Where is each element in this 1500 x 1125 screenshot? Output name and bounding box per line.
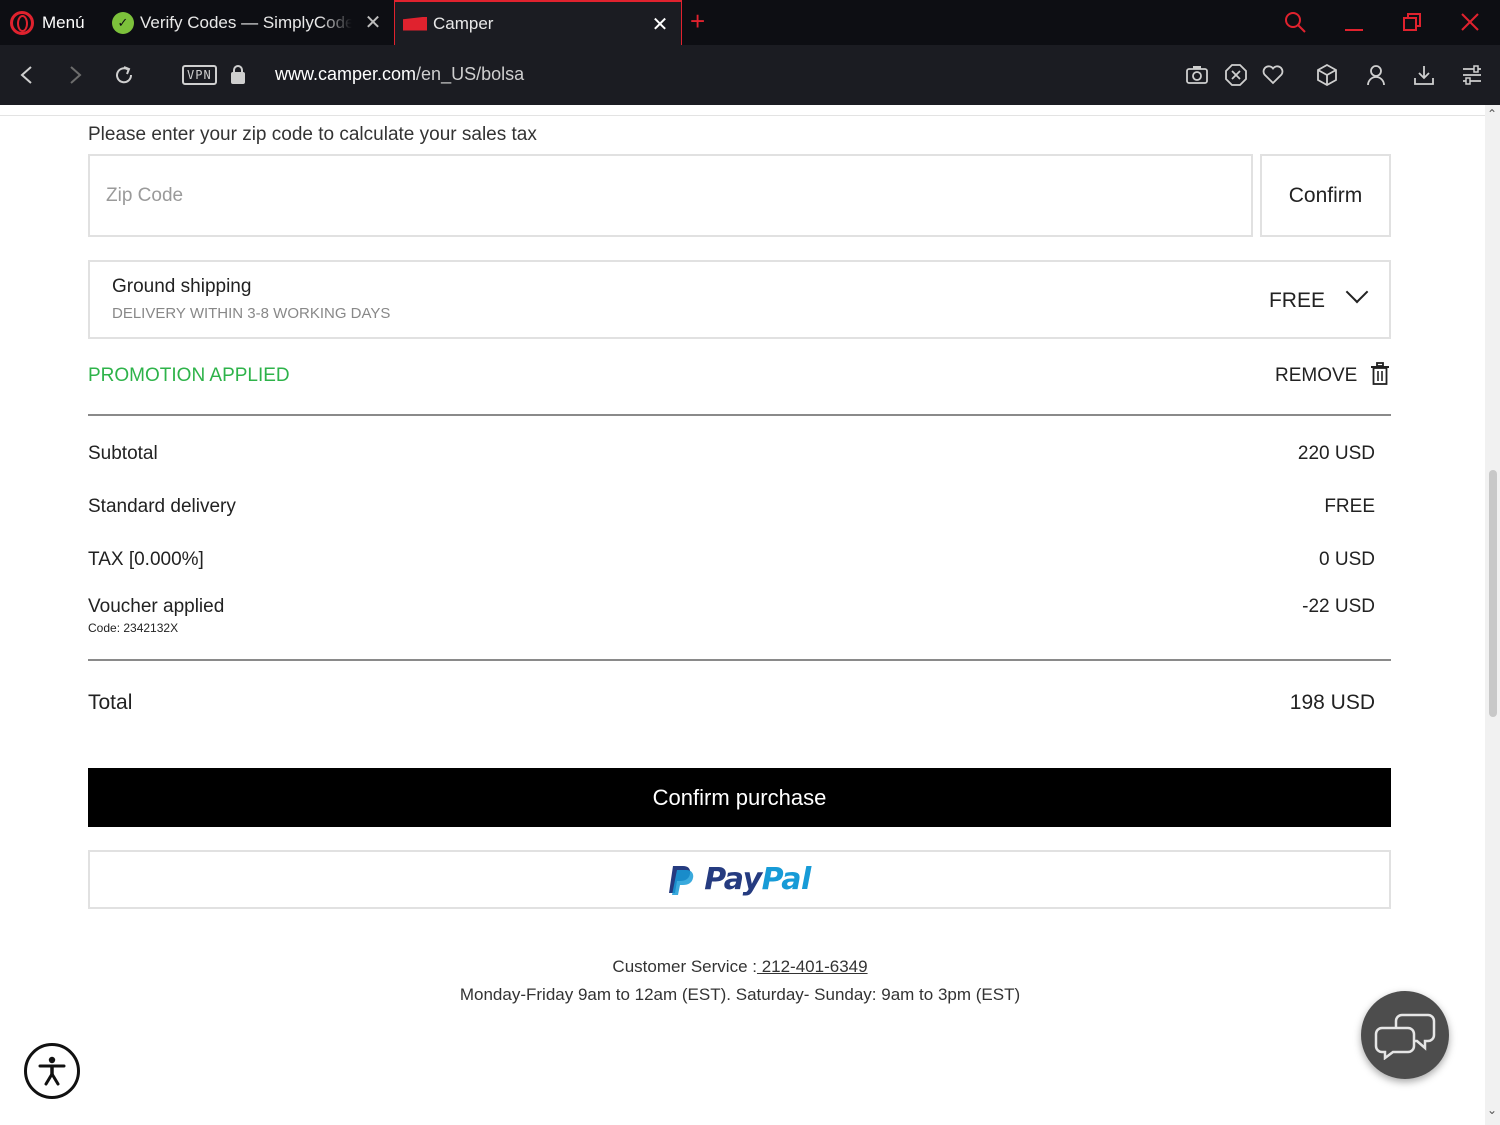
shipping-method-title: Ground shipping: [112, 276, 252, 297]
minimize-window-icon[interactable]: [1344, 12, 1364, 32]
shipping-price: FREE: [1268, 289, 1325, 312]
confirm-purchase-button[interactable]: Confirm purchase: [88, 768, 1391, 827]
customer-service-line: Customer Service : 212-401-6349: [0, 957, 1480, 977]
tab-simplycodes[interactable]: ✓ Verify Codes — SimplyCodes ✕: [104, 0, 392, 45]
lock-icon[interactable]: [231, 65, 245, 84]
chevron-down-icon: [1345, 280, 1369, 304]
ad-blocker-icon[interactable]: [1225, 64, 1247, 86]
customer-service-label: Customer Service :: [612, 957, 757, 976]
scroll-down-arrow-icon[interactable]: ⌄: [1487, 1103, 1497, 1117]
tab-title: Verify Codes — SimplyCodes: [140, 12, 352, 32]
chat-button[interactable]: [1361, 991, 1449, 1079]
customer-service-phone-link[interactable]: 212-401-6349: [757, 957, 868, 976]
total-value: 198 USD: [1289, 691, 1375, 714]
download-icon[interactable]: [1413, 64, 1435, 86]
confirm-zip-button[interactable]: Confirm: [1260, 154, 1391, 237]
simplycodes-favicon-icon: ✓: [112, 11, 134, 34]
accessibility-person-icon: [38, 1056, 66, 1086]
cube-extensions-icon[interactable]: [1316, 64, 1338, 86]
opera-logo-icon: [10, 11, 34, 35]
service-hours: Monday-Friday 9am to 12am (EST). Saturda…: [459, 985, 1021, 1004]
camper-favicon-icon: [403, 16, 427, 31]
heart-icon[interactable]: [1262, 65, 1284, 85]
reload-icon[interactable]: [113, 64, 135, 86]
tax-value: 0 USD: [1319, 549, 1375, 570]
tax-label: TAX [0.000%]: [88, 549, 204, 570]
opera-menu-button[interactable]: Menú: [10, 10, 85, 36]
page-divider: [0, 115, 1485, 116]
trash-icon[interactable]: [1370, 362, 1390, 386]
close-tab-icon[interactable]: ✕: [364, 12, 382, 34]
menu-label: Menú: [42, 13, 85, 32]
total-divider: [88, 659, 1391, 661]
voucher-applied-label: Voucher applied: [88, 596, 225, 617]
search-tabs-icon[interactable]: [1283, 10, 1307, 34]
easy-setup-menu-icon[interactable]: [1462, 65, 1482, 85]
chat-bubbles-icon: [1374, 1013, 1436, 1060]
summary-divider: [88, 414, 1391, 416]
zip-code-prompt: Please enter your zip code to calculate …: [88, 124, 537, 145]
vpn-badge[interactable]: VPN: [182, 65, 217, 85]
forward-icon[interactable]: [66, 65, 84, 85]
checkout-page: Please enter your zip code to calculate …: [0, 105, 1485, 1125]
camera-snapshot-icon[interactable]: [1186, 65, 1208, 85]
standard-delivery-value: FREE: [1324, 496, 1375, 517]
tab-camper[interactable]: Camper ✕: [394, 0, 682, 45]
standard-delivery-label: Standard delivery: [88, 496, 236, 517]
zip-code-input[interactable]: [88, 154, 1253, 237]
scroll-up-arrow-icon[interactable]: ⌃: [1487, 107, 1497, 121]
paypal-wordmark: PayPal: [704, 862, 811, 897]
subtotal-value: 220 USD: [1297, 443, 1375, 464]
restore-window-icon[interactable]: [1402, 12, 1422, 32]
back-icon[interactable]: [18, 65, 36, 85]
paypal-logo-icon: [669, 865, 694, 895]
shipping-method-subtitle: DELIVERY WITHIN 3-8 WORKING DAYS: [112, 305, 391, 322]
total-label: Total: [88, 691, 133, 714]
remove-promotion-button[interactable]: REMOVE: [1275, 365, 1357, 387]
close-window-icon[interactable]: [1460, 12, 1480, 32]
close-tab-icon[interactable]: ✕: [651, 14, 669, 36]
subtotal-label: Subtotal: [88, 443, 158, 464]
tab-title: Camper: [433, 13, 494, 33]
voucher-value: -22 USD: [1302, 596, 1375, 617]
browser-tab-bar: Menú ✓ Verify Codes — SimplyCodes ✕ Camp…: [0, 0, 1500, 45]
shipping-method-selector[interactable]: Ground shipping DELIVERY WITHIN 3-8 WORK…: [88, 260, 1391, 339]
accessibility-button[interactable]: [24, 1043, 80, 1099]
page-scrollbar[interactable]: ⌃ ⌄: [1485, 105, 1500, 1125]
address-bar: VPN www.camper.com/en_US/bolsa: [0, 45, 1500, 105]
promotion-applied-label: PROMOTION APPLIED: [88, 365, 290, 386]
paypal-button[interactable]: PayPal: [88, 850, 1391, 909]
profile-icon[interactable]: [1366, 64, 1386, 86]
new-tab-plus-icon[interactable]: +: [690, 6, 705, 37]
url-field[interactable]: www.camper.com/en_US/bolsa: [275, 64, 524, 85]
voucher-code: Code: 2342132X: [88, 621, 179, 635]
scrollbar-thumb[interactable]: [1489, 470, 1497, 717]
